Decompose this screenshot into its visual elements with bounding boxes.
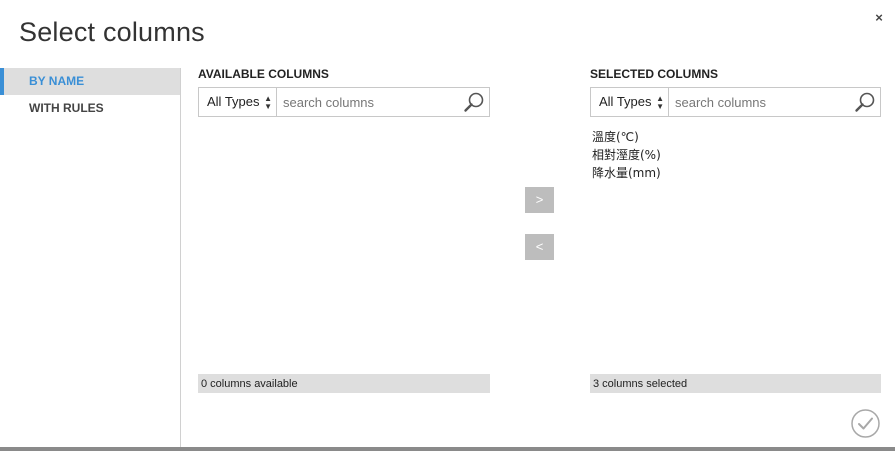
- available-search-box: [276, 87, 490, 117]
- dialog-title: Select columns: [19, 17, 205, 47]
- available-type-select-value: All Types: [207, 94, 260, 109]
- close-icon[interactable]: ×: [871, 9, 887, 27]
- list-item[interactable]: 溫度(℃): [592, 128, 880, 146]
- selected-columns-header: SELECTED COLUMNS: [590, 67, 719, 81]
- search-icon[interactable]: [463, 91, 485, 113]
- available-columns-header: AVAILABLE COLUMNS: [198, 67, 329, 81]
- sidebar-item-by-name[interactable]: BY NAME: [0, 68, 180, 95]
- selected-columns-list: 溫度(℃) 相對溼度(%) 降水量(mm): [592, 128, 880, 182]
- select-columns-dialog: × Select columns BY NAME WITH RULES AVAI…: [0, 0, 895, 447]
- selected-type-select-value: All Types: [599, 94, 652, 109]
- sidebar-item-with-rules[interactable]: WITH RULES: [0, 95, 180, 122]
- search-icon[interactable]: [854, 91, 876, 113]
- available-type-select[interactable]: All Types ▲ ▼: [198, 87, 277, 117]
- selected-status-bar: 3 columns selected: [590, 374, 881, 393]
- available-status-bar: 0 columns available: [198, 374, 490, 393]
- checkmark-icon[interactable]: [851, 409, 880, 438]
- selected-type-select[interactable]: All Types ▲ ▼: [590, 87, 669, 117]
- remove-column-button[interactable]: <: [525, 234, 554, 260]
- selected-search-input[interactable]: [675, 93, 845, 111]
- list-item[interactable]: 相對溼度(%): [592, 146, 880, 164]
- select-arrows-icon: ▲ ▼: [264, 94, 272, 111]
- select-arrows-icon: ▲ ▼: [656, 94, 664, 111]
- background-window-strip: [0, 447, 895, 451]
- list-item[interactable]: 降水量(mm): [592, 164, 880, 182]
- add-column-button[interactable]: >: [525, 187, 554, 213]
- available-search-input[interactable]: [283, 93, 453, 111]
- sidebar: BY NAME WITH RULES: [0, 68, 181, 447]
- selected-search-box: [668, 87, 881, 117]
